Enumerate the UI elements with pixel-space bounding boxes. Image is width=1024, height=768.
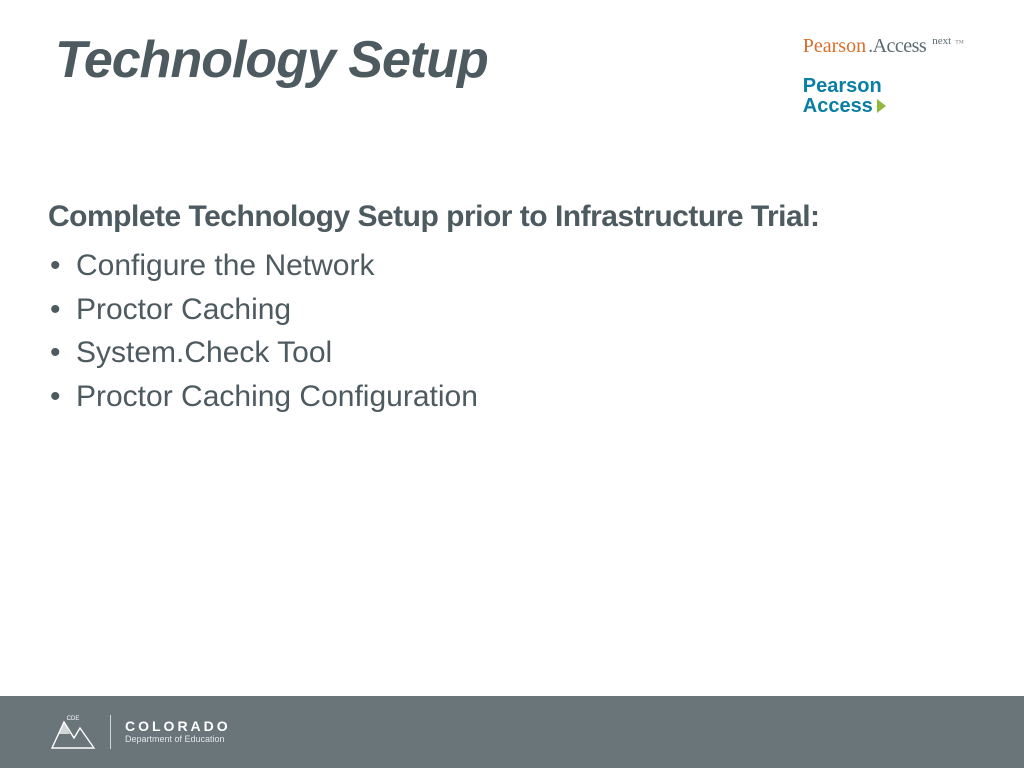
footer-bar: CDE COLORADO Department of Education (0, 696, 1024, 768)
logo-text-next: next (932, 35, 951, 47)
list-item: System.Check Tool (48, 331, 984, 375)
chevron-right-icon (877, 99, 886, 113)
footer-divider (110, 715, 111, 749)
footer-colorado: COLORADO (125, 719, 231, 734)
content-block: Complete Technology Setup prior to Infra… (48, 200, 984, 418)
logo-row-2: Access (803, 96, 886, 116)
footer-dept: Department of Education (125, 735, 231, 745)
badge-label: CDE (67, 716, 80, 722)
footer-text: COLORADO Department of Education (125, 719, 231, 745)
bullet-list: Configure the Network Proctor Caching Sy… (48, 244, 984, 418)
top-logos: Pearson .Access next ™ Pearson Access (803, 35, 964, 116)
page-title: Technology Setup (55, 30, 488, 90)
pearson-access-next-logo: Pearson .Access next ™ (803, 35, 964, 58)
list-item: Proctor Caching Configuration (48, 375, 984, 419)
logo-text-pearson: Pearson (803, 35, 866, 58)
logo-trademark: ™ (955, 38, 964, 48)
list-item: Configure the Network (48, 244, 984, 288)
logo-text-access-2: Access (803, 96, 873, 116)
slide: Technology Setup Pearson .Access next ™ … (0, 0, 1024, 768)
cde-badge-icon: CDE (50, 712, 96, 752)
logo-text-pearson-2: Pearson (803, 76, 886, 96)
logo-text-access: .Access (868, 35, 926, 58)
content-subtitle: Complete Technology Setup prior to Infra… (48, 200, 984, 234)
list-item: Proctor Caching (48, 288, 984, 332)
pearson-access-logo: Pearson Access (803, 76, 886, 116)
